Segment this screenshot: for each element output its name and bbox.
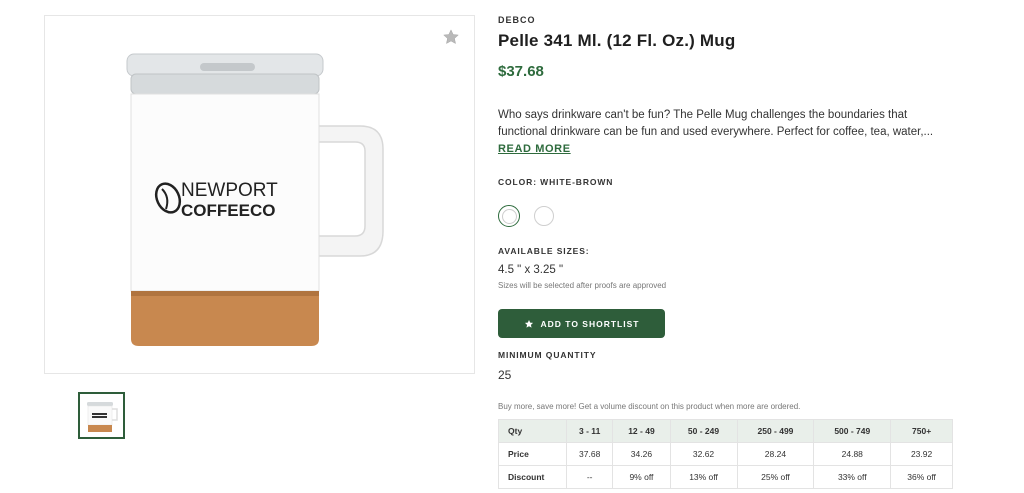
table-row: Price 37.68 34.26 32.62 28.24 24.88 23.9… — [498, 442, 953, 466]
table-cell: 28.24 — [736, 442, 815, 466]
minimum-quantity-value: 25 — [498, 368, 512, 382]
imprint-line-1: NEWPORT — [181, 180, 278, 201]
table-cell: 24.88 — [813, 442, 892, 466]
sizes-label: AVAILABLE SIZES: — [498, 246, 590, 256]
product-price: $37.68 — [498, 63, 544, 80]
table-cell: Price — [498, 442, 567, 466]
table-cell: 33% off — [813, 465, 892, 489]
add-to-shortlist-button[interactable]: ADD TO SHORTLIST — [498, 309, 665, 338]
size-note: Sizes will be selected after proofs are … — [498, 281, 667, 290]
imprint-line-2: COFFEECO — [181, 201, 275, 220]
table-cell: 13% off — [669, 465, 738, 489]
color-label: COLOR: WHITE-BROWN — [498, 177, 614, 187]
product-image-frame: NEWPORT COFFEECO — [44, 15, 475, 374]
table-cell: 250 - 499 — [736, 419, 815, 443]
product-title: Pelle 341 Ml. (12 Fl. Oz.) Mug — [498, 31, 736, 50]
table-header-row: Qty 3 - 11 12 - 49 50 - 249 250 - 499 50… — [498, 419, 953, 443]
table-cell: 12 - 49 — [612, 419, 671, 443]
table-cell: 23.92 — [890, 442, 953, 466]
table-cell: Discount — [498, 465, 567, 489]
table-cell: 34.26 — [612, 442, 671, 466]
thumbnail-image — [87, 402, 118, 432]
table-cell: 750+ — [890, 419, 953, 443]
color-swatch-white-brown[interactable] — [498, 205, 520, 227]
table-cell: Qty — [498, 419, 567, 443]
table-cell: 3 - 11 — [565, 419, 614, 443]
pricing-table: Qty 3 - 11 12 - 49 50 - 249 250 - 499 50… — [498, 419, 953, 489]
product-description: Who says drinkware can't be fun? The Pel… — [498, 109, 934, 138]
table-cell: 36% off — [890, 465, 953, 489]
shortlist-label: ADD TO SHORTLIST — [540, 318, 640, 329]
minimum-quantity-label: MINIMUM QUANTITY — [498, 350, 597, 360]
favorite-star-icon[interactable] — [442, 28, 460, 46]
size-value: 4.5 " x 3.25 " — [498, 264, 564, 276]
table-cell: 9% off — [612, 465, 671, 489]
table-cell: 32.62 — [669, 442, 738, 466]
brand-name: DEBCO — [498, 15, 536, 25]
table-cell: 25% off — [736, 465, 815, 489]
color-swatch-white[interactable] — [534, 206, 554, 226]
table-cell: 500 - 749 — [813, 419, 892, 443]
table-cell: -- — [565, 465, 614, 489]
product-thumbnail[interactable] — [78, 392, 125, 439]
star-icon — [524, 319, 533, 328]
table-row: Discount -- 9% off 13% off 25% off 33% o… — [498, 465, 953, 489]
product-image: NEWPORT COFFEECO — [126, 53, 384, 346]
read-more-link[interactable]: READ MORE — [498, 143, 571, 155]
table-cell: 50 - 249 — [669, 419, 738, 443]
volume-discount-note: Buy more, save more! Get a volume discou… — [498, 402, 801, 411]
table-cell: 37.68 — [565, 442, 614, 466]
